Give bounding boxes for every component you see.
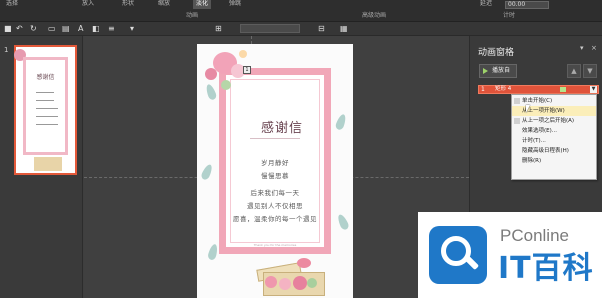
thumb-frame: 感谢信 bbox=[23, 57, 68, 155]
gift-box-decoration bbox=[256, 258, 331, 298]
ribbon-btn-1[interactable]: 选择 bbox=[6, 0, 18, 9]
flower-decoration bbox=[265, 276, 277, 288]
slide-thumbnail-pane: 1 感谢信 bbox=[0, 36, 83, 298]
animation-item-name: 矩形 4 bbox=[495, 86, 512, 92]
slide-thumbnail[interactable]: 感谢信 bbox=[14, 45, 77, 175]
animation-item[interactable]: 1 矩形 4 ▼ bbox=[478, 85, 599, 94]
animation-marker: 1 bbox=[243, 66, 251, 74]
undo-icon[interactable]: ↶ bbox=[16, 24, 23, 34]
slide-number: 1 bbox=[4, 46, 9, 54]
title-divider bbox=[250, 138, 300, 139]
font-dropdown[interactable]: ▾ bbox=[130, 24, 134, 34]
menu-item-on-click[interactable]: 单击开始(C) bbox=[512, 96, 596, 106]
letter-line-2[interactable]: 慢慢思慕 bbox=[226, 170, 324, 180]
shape-icon[interactable]: ◧ bbox=[92, 24, 100, 34]
play-from-button[interactable]: 播放自 bbox=[479, 64, 517, 78]
thumb-line bbox=[36, 100, 54, 101]
ribbon-btn-5[interactable]: 弹跳 bbox=[229, 0, 241, 9]
gift-bow bbox=[297, 258, 311, 268]
play-icon bbox=[483, 68, 488, 74]
watermark-brand: IT百科 bbox=[498, 251, 594, 286]
animation-pane-title: 动画窗格 bbox=[478, 48, 515, 58]
align-objects-icon[interactable]: ⊞ bbox=[215, 24, 222, 34]
letter-line-1[interactable]: 岁月静好 bbox=[226, 157, 324, 167]
quick-access-toolbar: ■ ↶ ↻ ▭ ▤ A ◧ ≡ ▾ ⊞ ⊟ ▦ bbox=[0, 22, 602, 36]
mouse-cursor-icon bbox=[526, 105, 530, 113]
group-icon[interactable]: ▦ bbox=[340, 24, 348, 34]
letter-small-text: Thank you for the memories bbox=[253, 243, 297, 247]
align-icon[interactable]: ≡ bbox=[108, 24, 115, 34]
arrange-icon[interactable]: ⊟ bbox=[318, 24, 325, 34]
group-animation-label: 动画 bbox=[186, 12, 199, 19]
pink-frame[interactable]: 感谢信 岁月静好 慢慢思慕 后来我们每一天 遇见别人不仅相思 愿喜，温柔你的每一… bbox=[219, 68, 331, 254]
leaf-decoration bbox=[199, 163, 215, 181]
ribbon-selected-effect[interactable]: 淡化 bbox=[193, 0, 212, 9]
chevron-down-icon[interactable]: ▼ bbox=[590, 86, 597, 93]
flower-decoration bbox=[307, 278, 317, 288]
leaf-decoration bbox=[204, 83, 218, 101]
menu-item-with-previous[interactable]: 从上一项开始(W) bbox=[512, 106, 596, 116]
logo-tail bbox=[464, 255, 480, 271]
menu-item-after-previous[interactable]: 从上一项之后开始(A) bbox=[512, 116, 596, 126]
thumb-line bbox=[36, 108, 58, 109]
letter-line-4[interactable]: 遇见别人不仅相思 bbox=[226, 200, 324, 210]
mouse-icon bbox=[514, 98, 520, 104]
thumb-gift-box bbox=[34, 157, 62, 171]
layout-icon[interactable]: ▤ bbox=[62, 24, 70, 34]
size-field[interactable] bbox=[240, 24, 300, 33]
thumb-line bbox=[36, 92, 54, 93]
group-advanced-label: 高级动画 bbox=[362, 12, 387, 19]
menu-item-effect-options[interactable]: 效果选项(E)... bbox=[512, 126, 596, 136]
animation-context-menu: 单击开始(C) 从上一项开始(W) 从上一项之后开始(A) 效果选项(E)...… bbox=[511, 94, 597, 180]
letter-title[interactable]: 感谢信 bbox=[226, 117, 338, 136]
menu-item-hide-timeline[interactable]: 隐藏高级日程表(H) bbox=[512, 146, 596, 156]
start-icon[interactable]: ▭ bbox=[48, 24, 56, 34]
letter-line-3[interactable]: 后来我们每一天 bbox=[226, 187, 324, 197]
slide[interactable]: 感谢信 岁月静好 慢慢思慕 后来我们每一天 遇见别人不仅相思 愿喜，温柔你的每一… bbox=[197, 44, 353, 298]
flower-decoration bbox=[221, 80, 231, 90]
watermark-top-text: PConline bbox=[500, 226, 569, 245]
letter-line-5[interactable]: 愿喜，温柔你的每一个遇见 bbox=[226, 213, 324, 223]
menu-item-remove[interactable]: 删除(R) bbox=[512, 156, 596, 166]
save-icon[interactable]: ■ bbox=[4, 24, 12, 34]
timeline-bar[interactable] bbox=[560, 87, 566, 92]
thumb-title: 感谢信 bbox=[36, 74, 55, 81]
close-icon[interactable]: × bbox=[591, 44, 597, 52]
pconline-watermark: PConline IT百科 bbox=[418, 212, 602, 298]
leaf-decoration bbox=[207, 243, 219, 261]
delay-field[interactable]: 00.00 bbox=[505, 1, 549, 9]
flower-decoration bbox=[205, 68, 217, 80]
ribbon: 选择 放入 形状 缩放 淡化 弹跳 00.00 延迟 动画 高级动画 计时 bbox=[0, 0, 602, 22]
move-down-button[interactable]: ▼ bbox=[583, 64, 597, 78]
play-from-label: 播放自 bbox=[492, 67, 511, 74]
thumb-line bbox=[36, 116, 58, 117]
leaf-decoration bbox=[335, 213, 351, 231]
animation-item-number: 1 bbox=[481, 86, 485, 93]
redo-icon[interactable]: ↻ bbox=[30, 24, 37, 34]
text-icon[interactable]: A bbox=[78, 24, 83, 34]
search-logo-icon bbox=[429, 226, 487, 284]
ribbon-btn-4[interactable]: 缩放 bbox=[158, 0, 170, 9]
clock-icon bbox=[514, 118, 520, 124]
app-window: 选择 放入 形状 缩放 淡化 弹跳 00.00 延迟 动画 高级动画 计时 ■ … bbox=[0, 0, 602, 298]
flower-decoration bbox=[293, 276, 307, 290]
delay-label: 延迟 bbox=[480, 0, 493, 7]
menu-item-timing[interactable]: 计时(T)... bbox=[512, 136, 596, 146]
move-up-button[interactable]: ▲ bbox=[567, 64, 581, 78]
ribbon-btn-3[interactable]: 形状 bbox=[122, 0, 134, 9]
flower-decoration bbox=[239, 50, 247, 58]
editing-canvas[interactable]: 感谢信 岁月静好 慢慢思慕 后来我们每一天 遇见别人不仅相思 愿喜，温柔你的每一… bbox=[84, 36, 469, 298]
group-timing-label: 计时 bbox=[503, 12, 516, 19]
thumb-line bbox=[36, 124, 58, 125]
ribbon-btn-2[interactable]: 放入 bbox=[82, 0, 94, 9]
flower-decoration bbox=[279, 278, 291, 290]
pane-options-icon[interactable]: ▾ bbox=[580, 44, 584, 52]
